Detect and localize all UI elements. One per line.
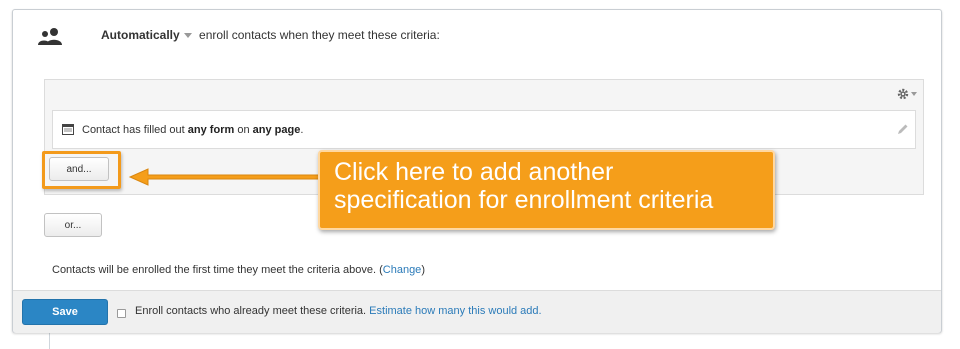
enrollment-note-text: Contacts will be enrolled the first time… — [52, 264, 383, 276]
callout-arrow — [128, 168, 322, 186]
chevron-down-icon — [911, 92, 917, 96]
gear-icon — [897, 88, 909, 100]
and-button[interactable]: and... — [49, 157, 109, 181]
filter-criterion[interactable]: Contact has filled out any form on any p… — [52, 110, 916, 149]
enroll-existing-checkbox[interactable] — [117, 309, 126, 318]
pencil-icon[interactable] — [897, 123, 909, 135]
enroll-existing-label[interactable]: Enroll contacts who already meet these c… — [135, 305, 366, 317]
estimate-link[interactable]: Estimate how many this would add. — [369, 305, 541, 317]
enrollment-header-text: enroll contacts when they meet these cri… — [199, 28, 440, 42]
chevron-down-icon[interactable] — [183, 32, 192, 38]
save-button[interactable]: Save — [22, 299, 108, 325]
or-button[interactable]: or... — [44, 213, 102, 237]
change-link[interactable]: Change — [383, 264, 422, 276]
filter-form-value: any form — [187, 123, 235, 136]
form-icon — [62, 124, 74, 135]
footer-bar: Save Enroll contacts who already meet th… — [13, 290, 941, 333]
filter-text-mid: on — [234, 123, 253, 136]
callout-line-1: Click here to add another — [334, 158, 614, 186]
annotation-callout: Click here to add another specification … — [318, 150, 775, 230]
enrollment-note: Contacts will be enrolled the first time… — [52, 264, 425, 276]
enrollment-mode-select[interactable]: Automatically — [101, 28, 180, 42]
footer-text: Enroll contacts who already meet these c… — [135, 305, 542, 317]
criteria-settings-button[interactable] — [897, 88, 917, 100]
filter-text-prefix: Contact has filled out — [82, 123, 188, 136]
filter-text: Contact has filled out any form on any p… — [82, 124, 303, 136]
people-icon — [38, 28, 62, 45]
filter-page-value: any page — [252, 123, 301, 136]
filter-text-suffix: . — [300, 123, 304, 136]
enrollment-note-close: ) — [421, 264, 425, 276]
enrollment-header: Automatically enroll contacts when they … — [101, 28, 440, 42]
timeline-connector — [49, 333, 50, 349]
callout-line-2: specification for enrollment criteria — [334, 186, 714, 214]
